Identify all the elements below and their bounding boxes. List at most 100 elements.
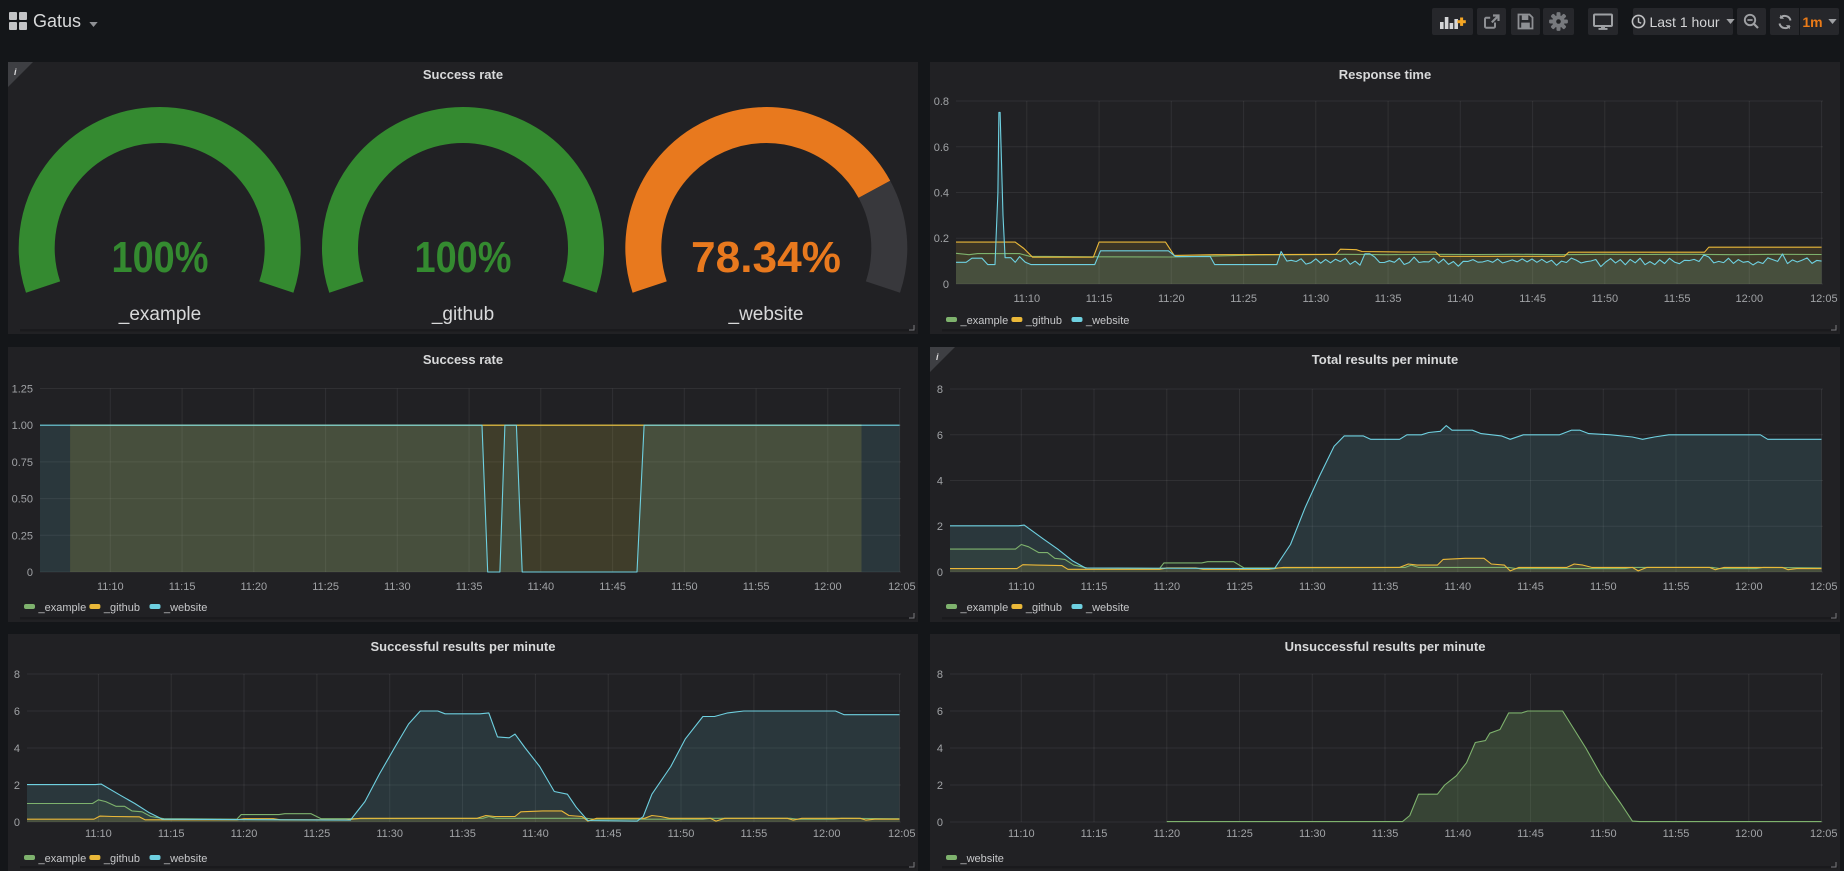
svg-text:_example: _example (118, 304, 201, 325)
svg-text:11:10: 11:10 (1008, 581, 1035, 593)
svg-text:_website: _website (1085, 602, 1129, 614)
svg-text:_example: _example (960, 602, 1009, 614)
svg-text:8: 8 (937, 384, 943, 396)
svg-text:12:05: 12:05 (888, 828, 916, 840)
svg-text:11:35: 11:35 (1372, 828, 1399, 840)
svg-text:8: 8 (14, 669, 20, 681)
svg-text:_website: _website (728, 304, 804, 325)
svg-text:11:45: 11:45 (1517, 828, 1544, 840)
svg-text:11:50: 11:50 (668, 828, 695, 840)
svg-text:Success rate: Success rate (423, 67, 503, 82)
svg-text:4: 4 (937, 476, 943, 488)
svg-text:0.8: 0.8 (934, 96, 949, 108)
svg-text:11:25: 11:25 (1230, 293, 1257, 305)
svg-text:0.50: 0.50 (12, 494, 33, 506)
svg-text:11:55: 11:55 (1664, 293, 1691, 305)
svg-text:1.00: 1.00 (12, 420, 33, 432)
svg-text:12:00: 12:00 (814, 581, 842, 593)
svg-text:78.34%: 78.34% (691, 233, 841, 282)
svg-text:11:35: 11:35 (456, 581, 483, 593)
svg-text:6: 6 (937, 706, 943, 718)
svg-text:11:30: 11:30 (1302, 293, 1329, 305)
svg-text:6: 6 (14, 706, 20, 718)
svg-text:12:05: 12:05 (1810, 828, 1838, 840)
svg-text:2: 2 (937, 521, 943, 533)
svg-text:11:15: 11:15 (1081, 581, 1108, 593)
svg-text:_website: _website (960, 853, 1004, 865)
svg-text:11:20: 11:20 (1153, 581, 1180, 593)
svg-text:11:40: 11:40 (1447, 293, 1474, 305)
svg-text:11:15: 11:15 (1086, 293, 1113, 305)
svg-text:_example: _example (38, 853, 87, 865)
svg-text:11:45: 11:45 (1519, 293, 1546, 305)
svg-text:2: 2 (14, 780, 20, 792)
svg-text:11:15: 11:15 (169, 581, 196, 593)
svg-text:11:25: 11:25 (1226, 581, 1253, 593)
svg-text:12:00: 12:00 (1736, 293, 1764, 305)
svg-text:Unsuccessful results per minut: Unsuccessful results per minute (1285, 639, 1486, 654)
svg-text:11:10: 11:10 (1008, 828, 1035, 840)
svg-text:6: 6 (937, 430, 943, 442)
svg-text:0.4: 0.4 (934, 188, 949, 200)
svg-text:_github: _github (431, 304, 494, 325)
svg-text:11:10: 11:10 (1013, 293, 1040, 305)
svg-text:4: 4 (937, 743, 943, 755)
svg-text:_example: _example (38, 602, 87, 614)
svg-text:_example: _example (960, 315, 1009, 327)
svg-text:11:25: 11:25 (312, 581, 339, 593)
svg-text:11:35: 11:35 (449, 828, 476, 840)
svg-text:0: 0 (14, 817, 20, 829)
svg-text:_github: _github (1025, 315, 1062, 327)
svg-text:Total results per minute: Total results per minute (1312, 352, 1458, 367)
svg-text:12:00: 12:00 (1735, 581, 1763, 593)
svg-text:12:05: 12:05 (1810, 581, 1838, 593)
svg-text:11:50: 11:50 (671, 581, 698, 593)
svg-text:0: 0 (27, 567, 33, 579)
svg-text:_github: _github (1025, 602, 1062, 614)
svg-text:11:35: 11:35 (1375, 293, 1402, 305)
svg-text:11:15: 11:15 (158, 828, 185, 840)
svg-text:0: 0 (937, 567, 943, 579)
svg-text:11:30: 11:30 (376, 828, 403, 840)
svg-text:11:20: 11:20 (1158, 293, 1185, 305)
svg-text:11:50: 11:50 (1591, 293, 1618, 305)
svg-text:100%: 100% (415, 233, 512, 282)
svg-text:11:40: 11:40 (1444, 581, 1471, 593)
svg-text:11:45: 11:45 (1517, 581, 1544, 593)
svg-text:11:45: 11:45 (599, 581, 626, 593)
svg-text:0.75: 0.75 (12, 457, 33, 469)
svg-text:0: 0 (937, 817, 943, 829)
svg-text:11:35: 11:35 (1372, 581, 1399, 593)
svg-text:Successful results per minute: Successful results per minute (371, 639, 556, 654)
svg-text:11:55: 11:55 (1663, 828, 1690, 840)
svg-text:0.2: 0.2 (934, 233, 949, 245)
svg-text:11:55: 11:55 (1663, 581, 1690, 593)
svg-text:Response time: Response time (1339, 67, 1431, 82)
svg-text:11:30: 11:30 (1299, 828, 1326, 840)
svg-text:1.25: 1.25 (12, 384, 33, 396)
svg-text:12:05: 12:05 (888, 581, 916, 593)
svg-text:12:00: 12:00 (1735, 828, 1763, 840)
svg-text:11:20: 11:20 (1153, 828, 1180, 840)
svg-text:2: 2 (937, 780, 943, 792)
svg-text:11:55: 11:55 (741, 828, 768, 840)
svg-text:12:00: 12:00 (813, 828, 841, 840)
svg-text:11:20: 11:20 (231, 828, 258, 840)
svg-text:Success rate: Success rate (423, 352, 503, 367)
svg-text:11:40: 11:40 (527, 581, 554, 593)
svg-text:11:40: 11:40 (522, 828, 549, 840)
svg-text:8: 8 (937, 669, 943, 681)
svg-text:0.6: 0.6 (934, 142, 949, 154)
svg-text:11:40: 11:40 (1444, 828, 1471, 840)
svg-text:100%: 100% (112, 233, 209, 282)
svg-text:11:30: 11:30 (384, 581, 411, 593)
svg-text:0.25: 0.25 (12, 530, 33, 542)
svg-text:_github: _github (103, 602, 140, 614)
svg-text:11:25: 11:25 (304, 828, 331, 840)
svg-text:11:10: 11:10 (97, 581, 124, 593)
svg-text:4: 4 (14, 743, 20, 755)
svg-text:11:55: 11:55 (743, 581, 770, 593)
svg-text:11:45: 11:45 (595, 828, 622, 840)
svg-text:_website: _website (1085, 315, 1129, 327)
svg-text:_github: _github (103, 853, 140, 865)
